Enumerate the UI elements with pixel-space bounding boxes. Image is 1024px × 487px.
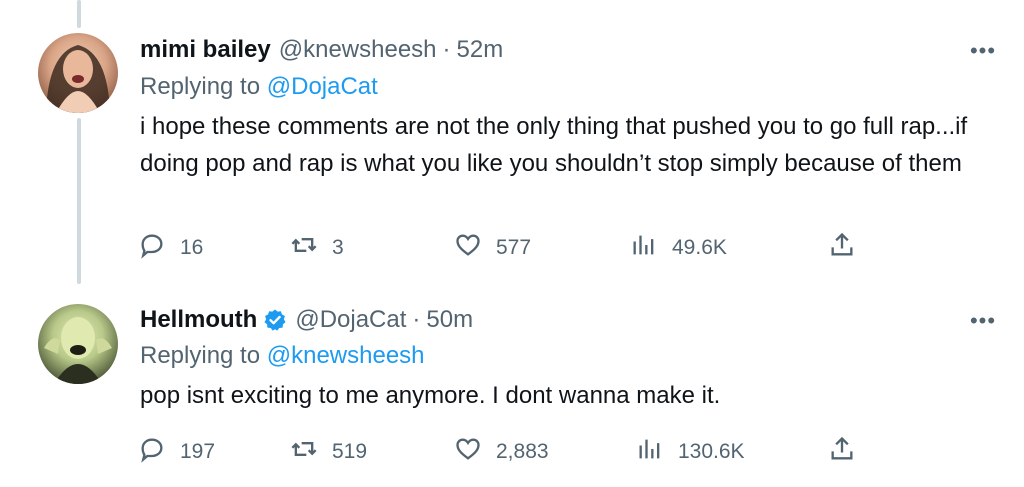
replying-to: Replying to @DojaCat — [140, 73, 378, 101]
tweet-text: pop isnt exciting to me anymore. I dont … — [140, 382, 721, 409]
retweet-icon — [290, 435, 318, 469]
like-count: 577 — [496, 236, 532, 259]
display-name[interactable]: Hellmouth — [140, 306, 257, 334]
share-icon — [828, 231, 856, 265]
views-count: 49.6K — [672, 236, 727, 259]
views-icon — [636, 435, 664, 469]
retweet-count: 519 — [332, 440, 368, 463]
tweet-header: Hellmouth @DojaCat · 50m — [140, 304, 473, 336]
reply-button[interactable]: 197 — [138, 434, 215, 470]
reply-count: 197 — [180, 440, 216, 463]
views-button[interactable]: 49.6K — [630, 230, 727, 266]
reply-button[interactable]: 16 — [138, 230, 203, 266]
views-icon — [630, 231, 658, 265]
views-count: 130.6K — [678, 440, 745, 463]
tweet-header: mimi bailey @knewsheesh · 52m — [140, 34, 503, 66]
retweet-count: 3 — [332, 236, 344, 259]
replying-to-label: Replying to — [140, 342, 261, 369]
tweet[interactable]: mimi bailey @knewsheesh · 52m ••• Replyi… — [0, 0, 1024, 290]
verified-badge-icon — [263, 308, 287, 332]
more-options-button[interactable]: ••• — [968, 306, 998, 336]
heart-icon — [454, 231, 482, 265]
reply-count: 16 — [180, 236, 204, 259]
share-icon — [828, 435, 856, 469]
retweet-button[interactable]: 519 — [290, 434, 367, 470]
views-button[interactable]: 130.6K — [636, 434, 745, 470]
avatar[interactable] — [38, 304, 118, 384]
share-button[interactable] — [828, 230, 856, 266]
tweet[interactable]: Hellmouth @DojaCat · 50m ••• Replying to… — [0, 290, 1024, 487]
tweet-actions: 16 3 577 49.6K — [134, 230, 874, 266]
replying-to: Replying to @knewsheesh — [140, 342, 425, 370]
handle[interactable]: @knewsheesh — [279, 36, 437, 64]
heart-icon — [454, 435, 482, 469]
separator-dot: · — [442, 36, 451, 63]
tweet-text: i hope these comments are not the only t… — [140, 113, 968, 177]
like-button[interactable]: 2,883 — [454, 434, 549, 470]
display-name[interactable]: mimi bailey — [140, 36, 271, 64]
tweet-actions: 197 519 2,883 130.6K — [134, 434, 874, 470]
timestamp[interactable]: 52m — [457, 36, 504, 64]
retweet-icon — [290, 231, 318, 265]
like-button[interactable]: 577 — [454, 230, 531, 266]
retweet-button[interactable]: 3 — [290, 230, 344, 266]
replying-to-link[interactable]: @knewsheesh — [267, 342, 425, 369]
handle[interactable]: @DojaCat — [295, 306, 406, 334]
replying-to-label: Replying to — [140, 73, 261, 100]
timestamp[interactable]: 50m — [426, 306, 473, 334]
separator-dot: · — [412, 306, 421, 333]
more-options-button[interactable]: ••• — [968, 36, 998, 66]
reply-icon — [138, 231, 166, 265]
share-button[interactable] — [828, 434, 856, 470]
reply-icon — [138, 435, 166, 469]
like-count: 2,883 — [496, 440, 549, 463]
replying-to-link[interactable]: @DojaCat — [267, 73, 378, 100]
avatar[interactable] — [38, 33, 118, 113]
